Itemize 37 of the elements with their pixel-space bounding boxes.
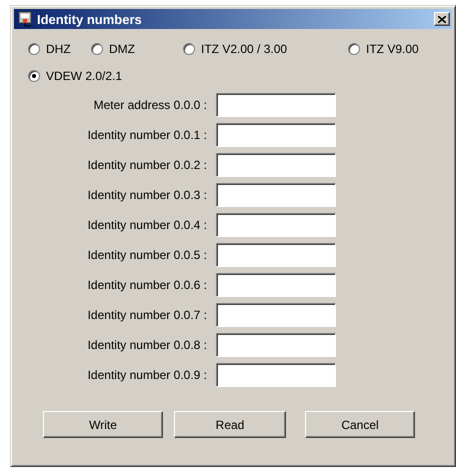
- input-field[interactable]: [216, 123, 336, 147]
- radio-button[interactable]: [28, 70, 40, 82]
- close-icon: [438, 16, 446, 22]
- read-button[interactable]: Read: [174, 411, 286, 438]
- radio-label[interactable]: DMZ: [109, 42, 135, 56]
- field-label: Identity number 0.0.9 :: [86, 368, 208, 382]
- field-label: Identity number 0.0.1 :: [86, 128, 208, 142]
- radio-button[interactable]: [28, 43, 40, 55]
- radio-label[interactable]: ITZ V9.00: [366, 42, 419, 56]
- input-field[interactable]: [216, 273, 336, 297]
- radio-button[interactable]: [183, 43, 195, 55]
- input-field[interactable]: [216, 153, 336, 177]
- write-button[interactable]: Write: [43, 411, 163, 438]
- field-label: Identity number 0.0.4 :: [86, 218, 208, 232]
- field-label: Identity number 0.0.3 :: [86, 188, 208, 202]
- input-field[interactable]: [216, 213, 336, 237]
- radio-label[interactable]: VDEW 2.0/2.1: [46, 69, 122, 83]
- field-label: Identity number 0.0.2 :: [86, 158, 208, 172]
- input-field[interactable]: [216, 333, 336, 357]
- input-field[interactable]: [216, 363, 336, 387]
- field-label: Identity number 0.0.6 :: [86, 278, 208, 292]
- radio-button[interactable]: [348, 43, 360, 55]
- input-field[interactable]: [216, 243, 336, 267]
- field-label: Meter address 0.0.0 :: [92, 98, 208, 112]
- radio-label[interactable]: ITZ V2.00 / 3.00: [201, 42, 288, 56]
- field-label: Identity number 0.0.5 :: [86, 248, 208, 262]
- close-button[interactable]: [434, 12, 450, 26]
- radio-label[interactable]: DHZ: [46, 42, 71, 56]
- app-icon: [18, 11, 32, 27]
- field-label: Identity number 0.0.8 :: [86, 338, 208, 352]
- cancel-button[interactable]: Cancel: [305, 411, 415, 438]
- field-label: Identity number 0.0.7 :: [86, 308, 208, 322]
- radio-button[interactable]: [91, 43, 103, 55]
- input-field[interactable]: [216, 303, 336, 327]
- input-field[interactable]: [216, 93, 336, 117]
- input-field[interactable]: [216, 183, 336, 207]
- window-title: Identity numbers: [37, 12, 143, 26]
